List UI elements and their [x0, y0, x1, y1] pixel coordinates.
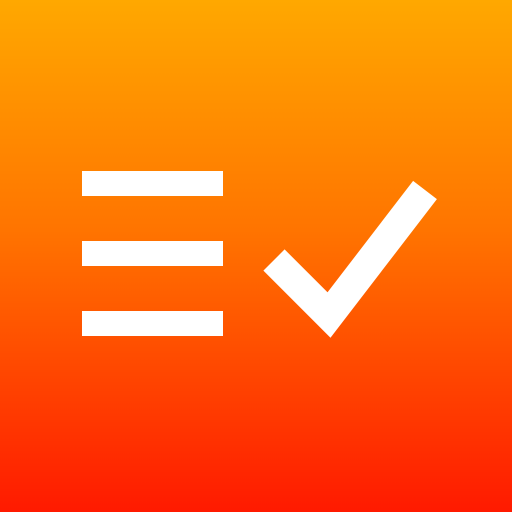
- app-icon: [0, 0, 512, 512]
- list-icon: [82, 171, 223, 336]
- list-line-middle: [82, 241, 223, 266]
- list-line-top: [82, 171, 223, 196]
- icon-background: [0, 0, 512, 512]
- app-icon-graphic: [0, 0, 512, 512]
- list-line-bottom: [82, 311, 223, 336]
